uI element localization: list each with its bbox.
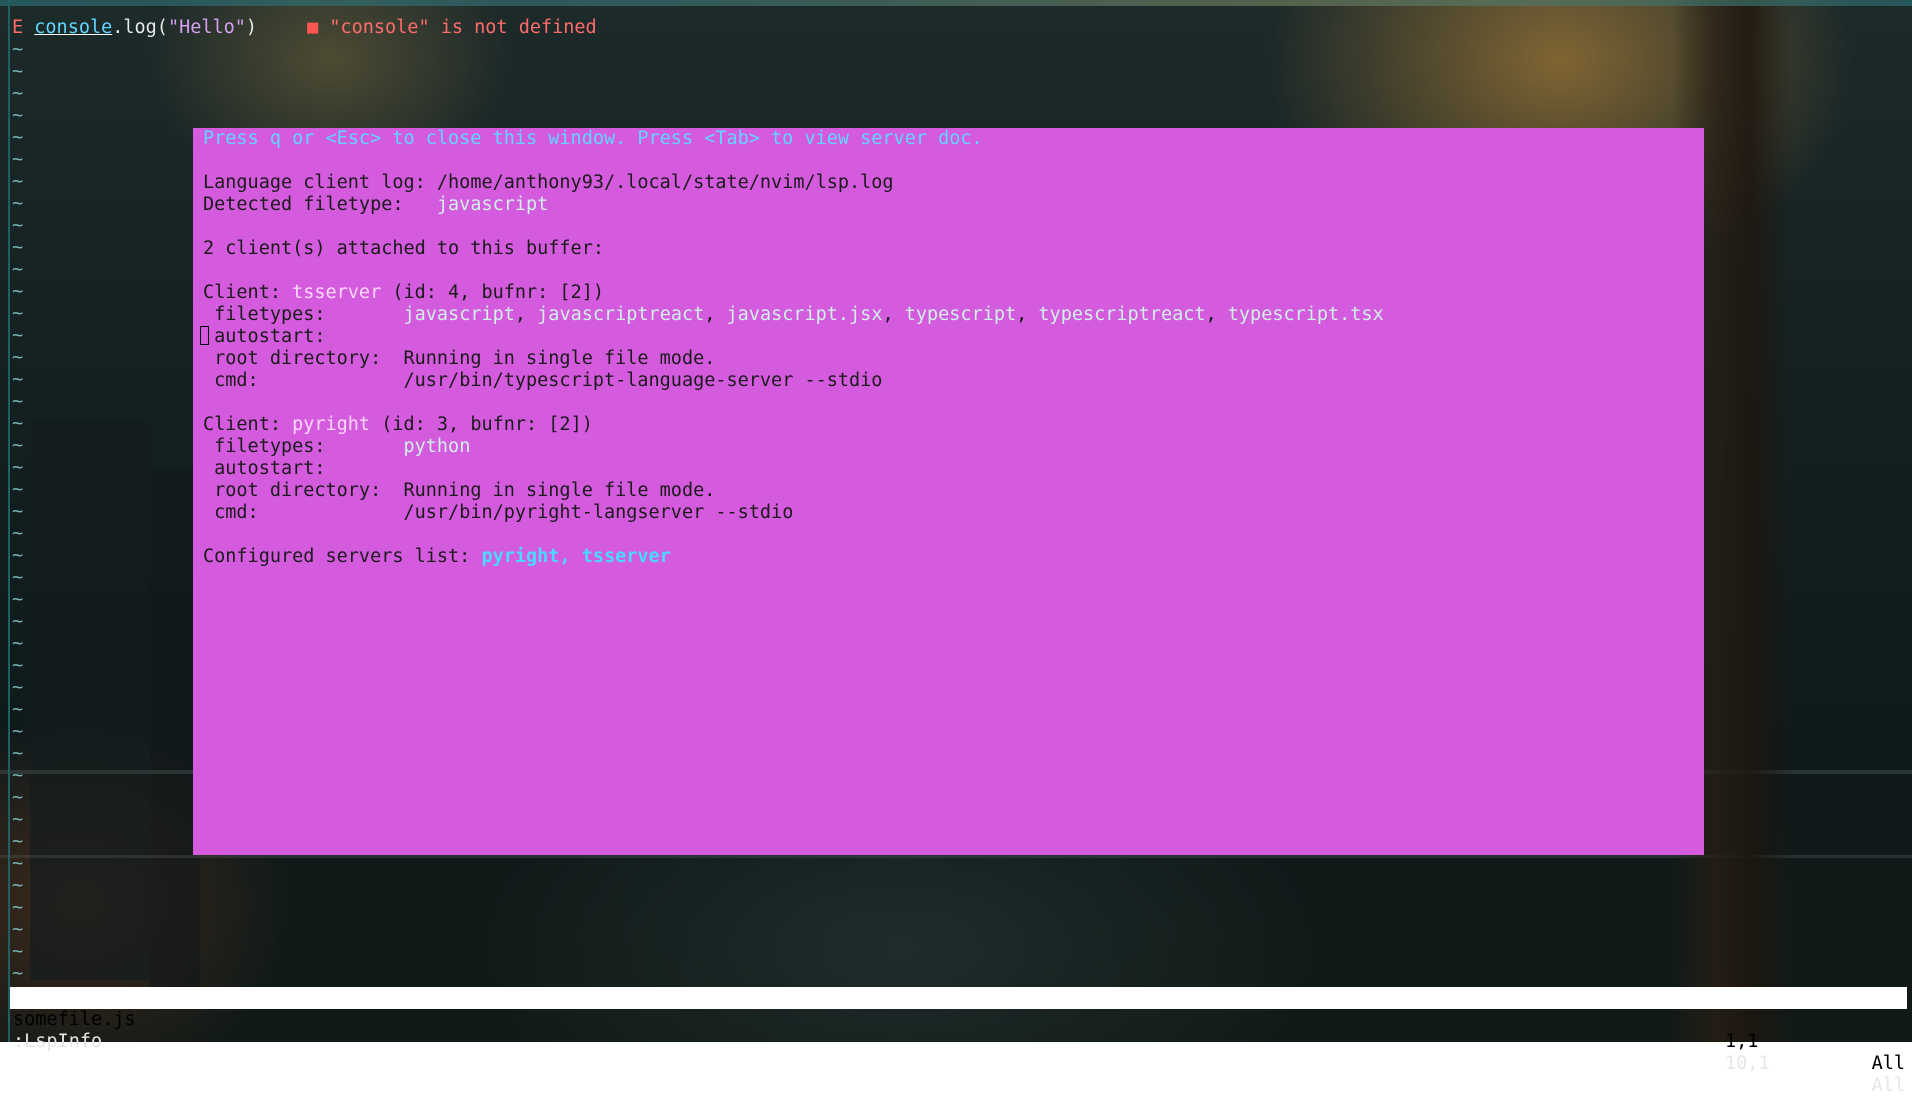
code-close: ) [245,17,258,38]
filetype-item: typescriptreact [1038,304,1206,325]
filetype-label: Detected filetype: [203,194,404,215]
autostart-label: autostart: [214,458,326,479]
root-label: root directory: [214,480,382,501]
root-value: Running in single file mode. [403,480,716,501]
tilde-marker: ~ [12,83,24,104]
tilde-marker: ~ [12,963,24,984]
filetype-item: javascript.jsx [726,304,883,325]
client-cmd: cmd: /usr/bin/pyright-langserver --stdio [203,502,1384,524]
client-autostart: autostart: [200,326,1384,348]
filetype-item: typescript [904,304,1017,325]
cmdline-position: 10,1 [1725,1053,1770,1074]
tilde-marker: ~ [12,941,24,962]
tilde-marker: ~ [12,875,24,896]
autostart-label: autostart: [214,326,326,347]
client-filetypes: filetypes: javascript, javascriptreact, … [214,304,1384,325]
client-label: Client: [203,414,281,435]
command-text[interactable]: :LspInfo [13,1031,102,1053]
code-string: "Hello" [167,17,246,38]
client-root: root directory: Running in single file m… [203,480,1384,502]
cmdline-percent: All [1871,1075,1905,1096]
client-name: pyright [292,414,371,435]
client-autostart: autostart: [203,458,1384,480]
code-line-1[interactable]: E console.log("Hello") ■ "console" is not… [12,17,597,39]
tilde-marker: ~ [12,919,24,940]
filetype-item: typescript.tsx [1227,304,1384,325]
client-header: Client: pyright (id: 3, bufnr: [2]) [203,414,1384,436]
tilde-marker: ~ [12,105,24,126]
configured-label: Configured servers list: [203,546,471,567]
tilde-marker: ~ [12,39,24,60]
client-filetypes: filetypes: python [203,436,1384,458]
root-label: root directory: [214,348,382,369]
statusline: somefile.js 1,1 All [10,987,1907,1074]
attached-count: 2 client(s) attached to this buffer: [203,238,604,259]
tilde-marker: ~ [12,61,24,82]
root-value: Running in single file mode. [403,348,716,369]
filetypes-label: filetypes: [214,436,326,457]
lspinfo-window[interactable]: Press q or <Esc> to close this window. P… [193,128,1704,855]
filetype-item: python [403,436,471,457]
code-keyword: console [34,17,113,38]
client-name: tsserver [292,282,382,303]
filetypes-label: filetypes: [214,304,326,325]
cmd-value: /usr/bin/typescript-language-server --st… [403,370,883,391]
client-label: Client: [203,282,281,303]
code-method: .log( [112,17,168,38]
cmd-label: cmd: [214,370,259,391]
filetype-item: javascriptreact [537,304,705,325]
filetype-value: javascript [436,194,549,215]
client-cmd: cmd: /usr/bin/typescript-language-server… [203,370,1384,392]
diagnostic-marker-icon: ■ [307,17,319,38]
client-meta: (id: 3, bufnr: [2]) [381,414,593,435]
command-line[interactable]: :LspInfo 10,1 All [10,1009,1907,1096]
terminal-top-border [0,0,1912,6]
log-line: Language client log: /home/anthony93/.lo… [203,172,1384,194]
error-sign: E [12,17,24,38]
statusline-position: 1,1 [1725,1031,1759,1052]
client-header: Client: tsserver (id: 4, bufnr: [2]) [203,282,1384,304]
diagnostic-message: "console" is not defined [329,17,597,38]
statusline-percent: All [1871,1053,1905,1074]
configured-servers: Configured servers list: pyright, tsserv… [203,546,1384,568]
filetype-item: javascript [403,304,515,325]
log-label: Language client log: [203,172,426,193]
filetype-line: Detected filetype: javascript [203,194,1384,216]
cmd-label: cmd: [214,502,259,523]
text-cursor [200,326,209,345]
tilde-marker: ~ [12,897,24,918]
tilde-marker: ~ [12,853,24,874]
cmd-value: /usr/bin/pyright-langserver --stdio [403,502,794,523]
terminal-left-border [8,0,10,1042]
client-meta: (id: 4, bufnr: [2]) [392,282,604,303]
close-hint: Press q or <Esc> to close this window. P… [203,128,983,149]
log-path[interactable]: /home/anthony93/.local/state/nvim/lsp.lo… [437,172,894,193]
configured-value: pyright, tsserver [481,546,671,567]
client-root: root directory: Running in single file m… [203,348,1384,370]
